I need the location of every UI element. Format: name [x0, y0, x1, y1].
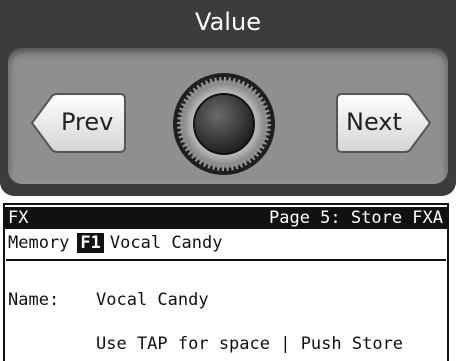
store-hint: Use TAP for space | Push Store [96, 334, 404, 354]
control-panel: Value Prev Next [0, 0, 456, 196]
memory-name: Vocal Candy [109, 233, 223, 253]
prev-button-label: Prev [61, 108, 114, 136]
memory-row: Memory F1 Vocal Candy [8, 233, 223, 253]
lcd-title-mode: FX [8, 208, 29, 228]
lcd-divider [6, 259, 446, 261]
memory-slot: F1 [77, 233, 104, 253]
lcd-display: FX Page 5: Store FXA Memory F1 Vocal Candy… [0, 200, 456, 361]
next-button-label: Next [346, 108, 402, 136]
value-label: Value [195, 8, 261, 36]
value-knob-icon[interactable] [172, 72, 276, 176]
name-row: Name: Vocal Candy [8, 290, 209, 310]
name-value[interactable]: Vocal Candy [96, 290, 209, 310]
next-button[interactable]: Next [334, 92, 434, 154]
prev-button[interactable]: Prev [28, 92, 128, 154]
lcd-title-bar: FX Page 5: Store FXA [5, 207, 447, 229]
memory-label: Memory [8, 233, 70, 253]
name-label: Name: [8, 290, 60, 310]
lcd-title-page: Page 5: Store FXA [269, 208, 443, 228]
